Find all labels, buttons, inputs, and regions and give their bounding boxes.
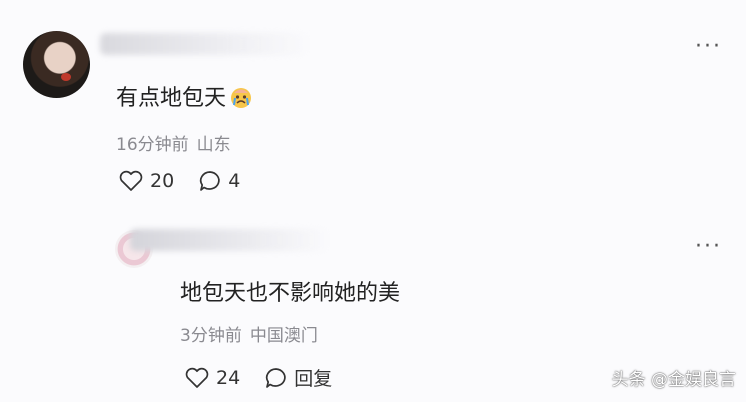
comment-text: 地包天也不影响她的美 [180, 281, 401, 306]
comment-time: 3分钟前 [180, 326, 242, 346]
comment-list: ··· 有点地包天 16分钟前 山东 20 4 ··· 地包天也不影响她的美 3… [0, 0, 746, 402]
like-button[interactable]: 24 [184, 367, 240, 389]
comment-meta: 16分钟前 山东 [116, 130, 231, 155]
comment-text: 有点地包天 [116, 80, 254, 112]
username-blurred [100, 33, 310, 55]
heart-icon [185, 367, 209, 388]
comment-time: 16分钟前 [116, 135, 189, 155]
comment-meta: 3分钟前 中国澳门 [180, 321, 318, 346]
comment-location: 山东 [196, 135, 231, 155]
watermark: 头条 @金娱良言 [611, 370, 736, 390]
like-button[interactable]: 20 [118, 170, 174, 192]
reply-button[interactable]: 4 [198, 170, 240, 192]
username-blurred [130, 229, 330, 251]
comment-actions: 20 4 [118, 170, 264, 192]
more-options-button[interactable]: ··· [695, 36, 722, 58]
heart-icon [119, 170, 143, 191]
like-count: 20 [150, 170, 175, 192]
comment-location: 中国澳门 [249, 326, 318, 346]
reply-count: 4 [228, 170, 241, 192]
crying-face-emoji-icon [231, 88, 252, 108]
comment-bubble-icon [266, 367, 286, 388]
like-count: 24 [216, 366, 241, 389]
reply-label: 回复 [294, 368, 333, 390]
comment-text-content: 有点地包天 [116, 86, 227, 111]
comment-bubble-icon [200, 171, 220, 191]
reply-button[interactable]: 回复 [264, 364, 332, 391]
comment-actions: 24 回复 [184, 364, 356, 391]
avatar[interactable] [23, 31, 90, 98]
more-options-button[interactable]: ··· [695, 236, 722, 258]
